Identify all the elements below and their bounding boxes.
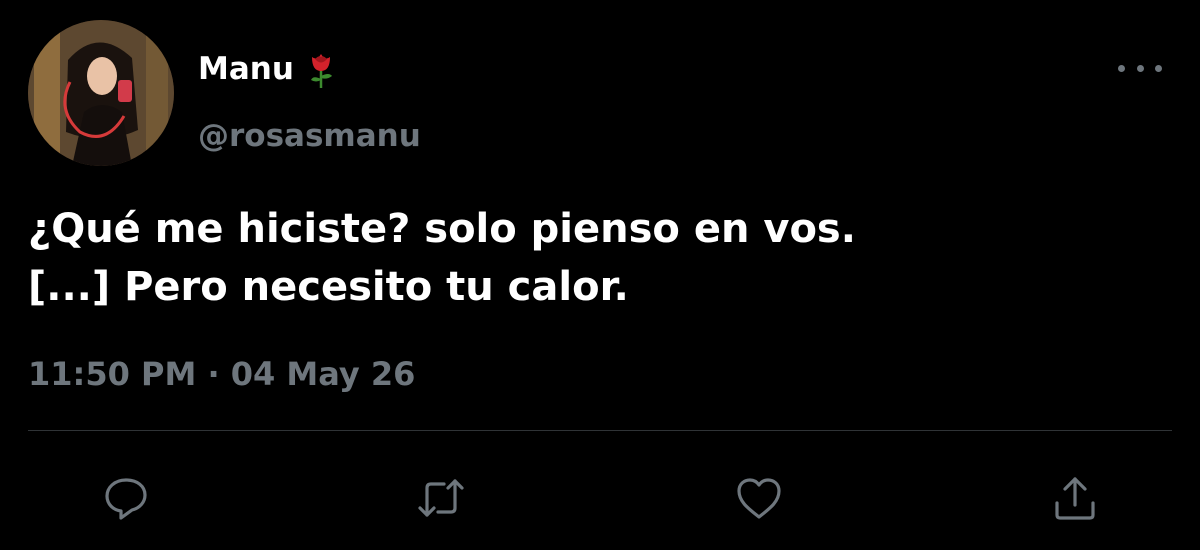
share-icon [1055,477,1095,520]
dot-icon [1118,64,1125,72]
dot-icon [1136,64,1144,72]
reply-button[interactable] [91,463,161,533]
tweet-text: ¿Qué me hiciste? solo pienso en vos. [..… [28,200,1168,316]
author-handle[interactable]: @rosasmanu [198,115,421,157]
tweet-text-line: [...] Pero necesito tu calor. [28,264,629,310]
share-button[interactable] [1040,463,1110,533]
reply-icon [105,478,147,520]
more-options-button[interactable] [1118,52,1162,84]
like-button[interactable] [724,463,794,533]
rose-icon [304,49,338,89]
tweet-text-line: ¿Qué me hiciste? solo pienso en vos. [28,206,856,252]
tweet-timestamp[interactable]: 11:50 PM · 04 May 26 [28,352,415,396]
divider [28,430,1172,431]
dot-icon [1155,64,1162,72]
retweet-icon [418,479,464,517]
author-display-name-row[interactable]: Manu [198,48,338,90]
avatar[interactable] [28,20,174,166]
like-icon [737,478,781,519]
author-display-name[interactable]: Manu [198,48,294,90]
avatar-photo [28,20,174,166]
action-bar [0,463,1200,533]
retweet-button[interactable] [406,463,476,533]
